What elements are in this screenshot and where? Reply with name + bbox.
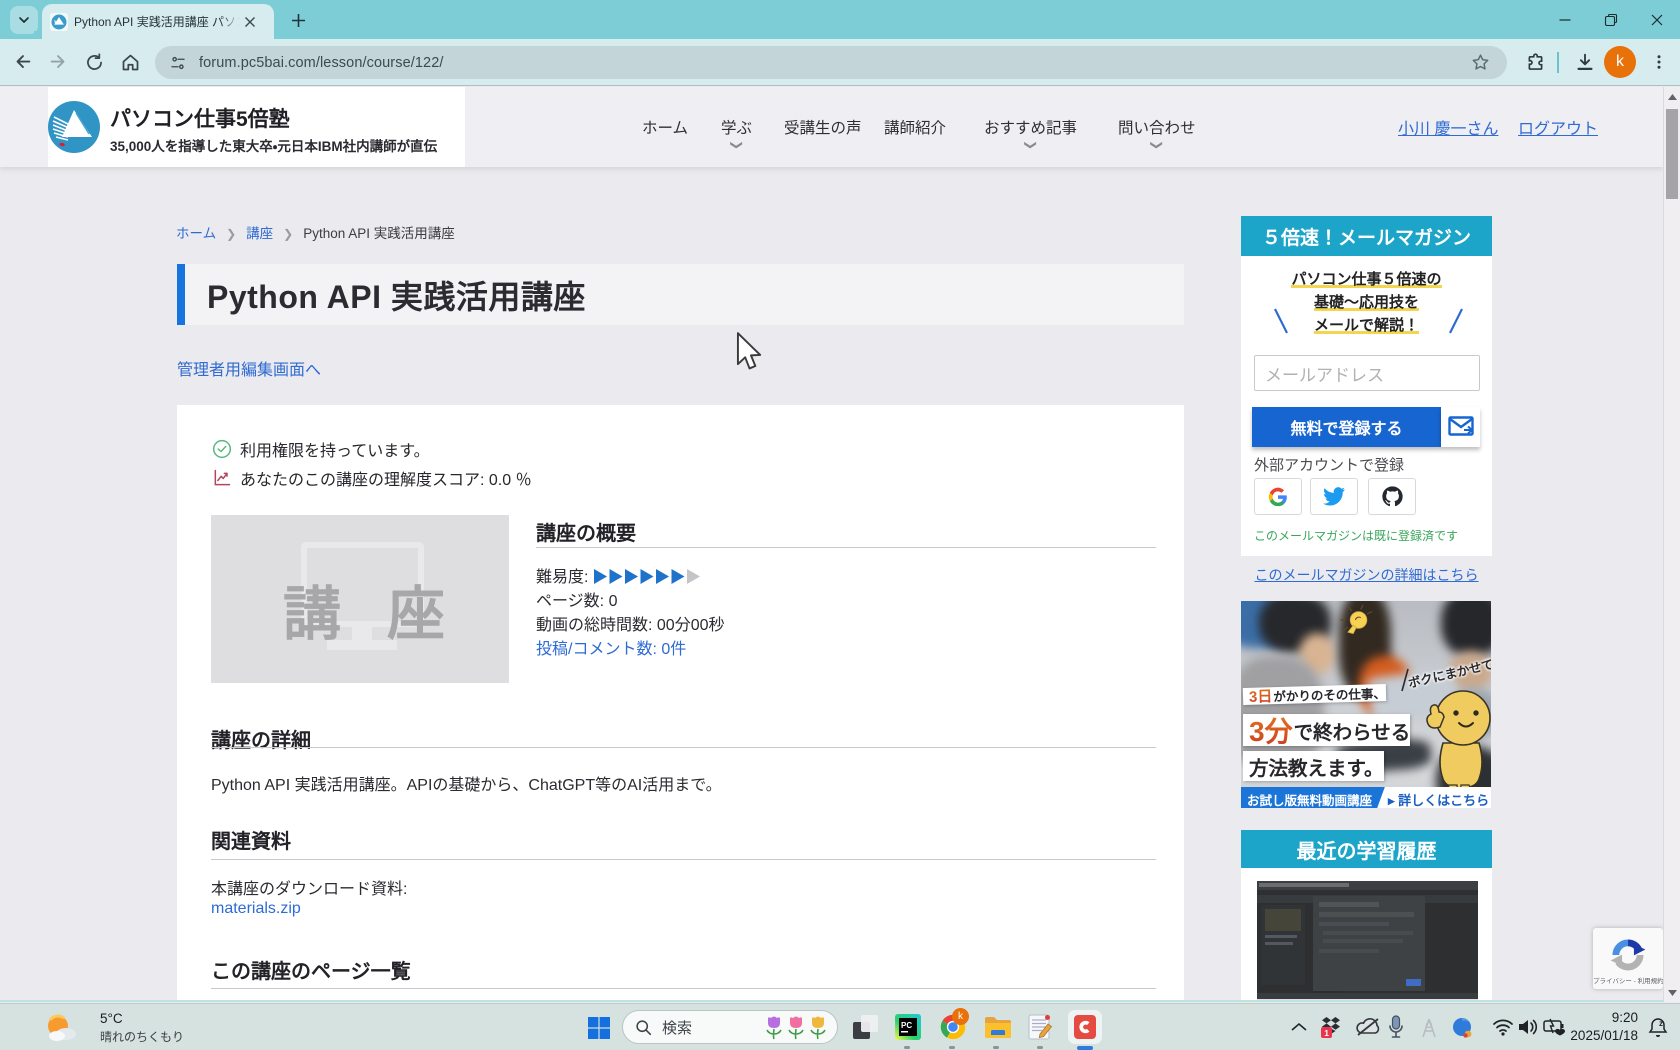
svg-text:1: 1: [1324, 1028, 1329, 1038]
svg-text:z: z: [1659, 1019, 1663, 1028]
svg-text:PC: PC: [901, 1021, 912, 1030]
